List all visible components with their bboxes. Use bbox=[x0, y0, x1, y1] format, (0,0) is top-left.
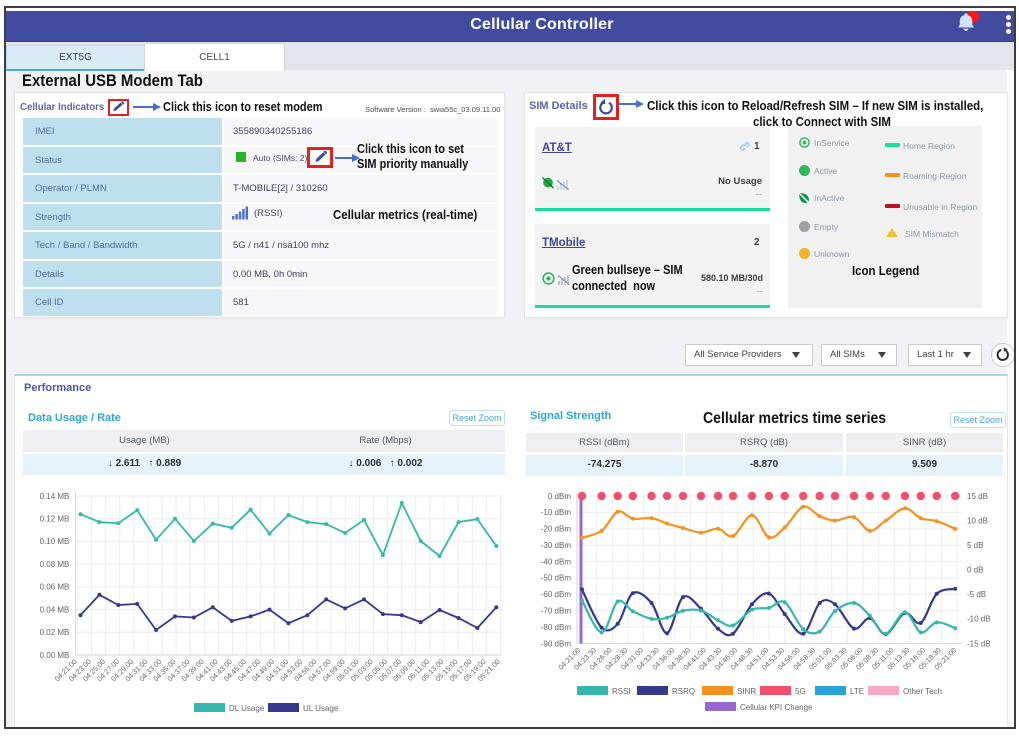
svg-text:10 dB: 10 dB bbox=[967, 516, 988, 525]
svg-text:-15 dB: -15 dB bbox=[967, 639, 991, 648]
svg-text:-30 dBm: -30 dBm bbox=[541, 541, 572, 550]
svg-text:15 dB: 15 dB bbox=[967, 492, 988, 501]
svg-text:-10 dBm: -10 dBm bbox=[541, 508, 572, 517]
svg-text:-5 dB: -5 dB bbox=[967, 590, 986, 599]
svg-text:-70 dBm: -70 dBm bbox=[541, 607, 572, 616]
svg-text:-80 dBm: -80 dBm bbox=[541, 623, 572, 632]
svg-text:-60 dBm: -60 dBm bbox=[541, 590, 572, 599]
svg-text:-20 dBm: -20 dBm bbox=[541, 525, 572, 534]
svg-text:0 dBm: 0 dBm bbox=[548, 492, 571, 501]
svg-text:RSSI: RSSI bbox=[612, 687, 631, 696]
svg-text:5G: 5G bbox=[795, 687, 806, 696]
svg-text:0 dB: 0 dB bbox=[967, 566, 983, 575]
svg-text:Cellular KPI Change: Cellular KPI Change bbox=[740, 703, 813, 712]
svg-text:Other Tech: Other Tech bbox=[903, 687, 942, 696]
svg-text:5 dB: 5 dB bbox=[967, 541, 983, 550]
svg-text:-50 dBm: -50 dBm bbox=[541, 574, 572, 583]
svg-text:-40 dBm: -40 dBm bbox=[541, 557, 572, 566]
svg-text:-10 dB: -10 dB bbox=[967, 615, 991, 624]
svg-text:-90 dBm: -90 dBm bbox=[541, 639, 572, 648]
svg-text:LTE: LTE bbox=[850, 687, 864, 696]
svg-text:RSRQ: RSRQ bbox=[672, 687, 695, 696]
svg-text:SINR: SINR bbox=[737, 687, 756, 696]
